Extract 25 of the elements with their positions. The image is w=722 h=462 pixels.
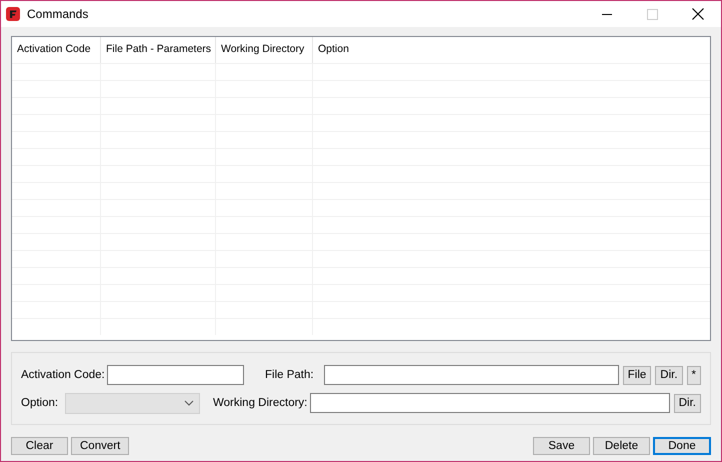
action-button[interactable]: Done	[653, 437, 711, 455]
action-button[interactable]: Delete	[593, 437, 650, 455]
command-list[interactable]: Activation Code File Path - Parameters Working Directory Option	[11, 36, 711, 341]
column-header[interactable]: Activation Code	[12, 37, 101, 63]
close-icon[interactable]	[692, 8, 704, 20]
column-header[interactable]: Working Directory	[216, 37, 313, 63]
field-label: File Path:	[265, 369, 315, 381]
file-path-field[interactable]	[324, 365, 619, 385]
window-title: Commands	[27, 7, 88, 21]
action-button[interactable]: Save	[533, 437, 590, 455]
browse-button[interactable]: Dir.	[674, 394, 701, 412]
working-directory-field[interactable]	[310, 393, 670, 413]
action-button[interactable]: Convert	[71, 437, 130, 455]
field-label: Working Directory:	[213, 397, 307, 409]
app-logo-icon	[6, 7, 20, 21]
field-label: Activation Code:	[21, 369, 104, 381]
browse-button[interactable]: Dir.	[655, 366, 683, 384]
column-header[interactable]: Option	[313, 37, 710, 63]
action-button[interactable]: Clear	[11, 437, 68, 455]
column-header[interactable]: File Path - Parameters	[101, 37, 216, 63]
browse-button[interactable]: *	[686, 366, 701, 384]
browse-button[interactable]: File	[622, 366, 652, 384]
field-label: Option:	[21, 397, 60, 409]
chevron-down-icon	[184, 400, 194, 406]
activation-code-field[interactable]	[107, 365, 244, 385]
